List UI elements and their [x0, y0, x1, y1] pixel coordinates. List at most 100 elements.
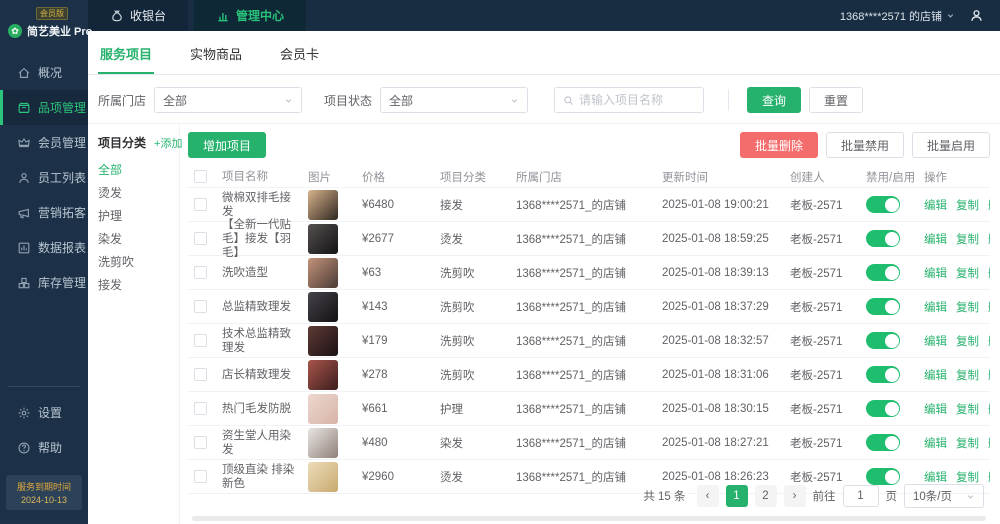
- prev-page-button[interactable]: ‹: [696, 485, 719, 507]
- sidebar-item-会员管理[interactable]: 会员管理: [0, 125, 88, 160]
- top-tab-cashier[interactable]: 收银台: [88, 0, 189, 31]
- copy-link[interactable]: 复制: [956, 299, 979, 315]
- delete-link[interactable]: 删除: [988, 401, 990, 417]
- enable-toggle[interactable]: [866, 298, 900, 315]
- edit-link[interactable]: 编辑: [924, 197, 947, 213]
- chevron-down-icon: [966, 492, 975, 501]
- chevron-down-icon: [284, 96, 293, 105]
- row-checkbox[interactable]: [194, 232, 207, 245]
- row-checkbox[interactable]: [194, 266, 207, 279]
- item-update-time: 2025-01-08 18:37:29: [662, 300, 769, 313]
- membership-badge: 会员版: [36, 7, 68, 20]
- query-button[interactable]: 查询: [747, 87, 802, 113]
- category-item-接发[interactable]: 接发: [98, 278, 179, 293]
- enable-toggle[interactable]: [866, 468, 900, 485]
- status-filter-select[interactable]: 全部: [380, 87, 529, 113]
- delete-link[interactable]: 删除: [988, 231, 990, 247]
- search-input[interactable]: [579, 93, 690, 107]
- sidebar-item-品项管理[interactable]: 品项管理: [0, 90, 88, 125]
- edit-link[interactable]: 编辑: [924, 435, 947, 451]
- sidebar-item-库存管理[interactable]: 库存管理: [0, 265, 88, 300]
- reset-button[interactable]: 重置: [809, 87, 864, 113]
- category-panel: 项目分类 +添加 全部 烫发 护理 染发 洗剪吹 接发: [88, 124, 182, 524]
- delete-link[interactable]: 删除: [988, 333, 990, 349]
- account-switcher[interactable]: 1368****2571 的店铺: [840, 8, 955, 24]
- edit-link[interactable]: 编辑: [924, 333, 947, 349]
- enable-toggle[interactable]: [866, 366, 900, 383]
- main-content: 服务项目实物商品会员卡 所属门店 全部 项目状态 全部 查询 重置 项目分类 +…: [88, 31, 1000, 524]
- tab-实物商品[interactable]: 实物商品: [188, 31, 244, 74]
- enable-toggle[interactable]: [866, 434, 900, 451]
- table-row: 热门毛发防脱 ¥661 护理 1368****2571_的店铺 2025-01-08 1…: [188, 392, 990, 426]
- category-item-全部[interactable]: 全部: [98, 163, 179, 178]
- select-all-checkbox[interactable]: [194, 170, 207, 183]
- delete-link[interactable]: 删除: [988, 299, 990, 315]
- goto-label: 前往: [812, 491, 836, 503]
- copy-link[interactable]: 复制: [956, 231, 979, 247]
- add-item-button[interactable]: 增加项目: [188, 132, 267, 158]
- edit-link[interactable]: 编辑: [924, 299, 947, 315]
- row-checkbox[interactable]: [194, 436, 207, 449]
- delete-link[interactable]: 删除: [988, 367, 990, 383]
- sidebar-item-员工列表[interactable]: 员工列表: [0, 160, 88, 195]
- row-checkbox[interactable]: [194, 300, 207, 313]
- sidebar-item-营销拓客[interactable]: 营销拓客: [0, 195, 88, 230]
- row-checkbox[interactable]: [194, 198, 207, 211]
- sidebar-item-数据报表[interactable]: 数据报表: [0, 230, 88, 265]
- copy-link[interactable]: 复制: [956, 265, 979, 281]
- enable-toggle[interactable]: [866, 332, 900, 349]
- copy-link[interactable]: 复制: [956, 367, 979, 383]
- chart-icon: [216, 9, 230, 23]
- item-name: 店长精致理发: [222, 368, 291, 381]
- item-price: ¥179: [362, 334, 388, 347]
- copy-link[interactable]: 复制: [956, 435, 979, 451]
- sidebar-item-概况[interactable]: 概况: [0, 55, 88, 90]
- page-size-select[interactable]: 10条/页: [904, 484, 984, 508]
- sidebar-item-label: 品项管理: [38, 101, 87, 115]
- goto-page-input[interactable]: [842, 485, 879, 507]
- page-button-2[interactable]: 2: [754, 485, 777, 507]
- horizontal-scrollbar[interactable]: [192, 516, 986, 521]
- category-item-烫发[interactable]: 烫发: [98, 186, 179, 201]
- category-item-染发[interactable]: 染发: [98, 232, 179, 247]
- delete-link[interactable]: 删除: [988, 197, 990, 213]
- copy-link[interactable]: 复制: [956, 333, 979, 349]
- row-checkbox[interactable]: [194, 402, 207, 415]
- sidebar-item-帮助[interactable]: 帮助: [0, 430, 88, 465]
- top-tab-admin[interactable]: 管理中心: [194, 0, 307, 31]
- sidebar-item-label: 数据报表: [38, 241, 87, 255]
- enable-toggle[interactable]: [866, 264, 900, 281]
- column-header: 更新时间: [662, 171, 708, 184]
- row-checkbox[interactable]: [194, 368, 207, 381]
- edit-link[interactable]: 编辑: [924, 367, 947, 383]
- enable-toggle[interactable]: [866, 196, 900, 213]
- edit-link[interactable]: 编辑: [924, 401, 947, 417]
- page-button-1[interactable]: 1: [725, 485, 748, 507]
- next-page-button[interactable]: ›: [783, 485, 806, 507]
- edit-link[interactable]: 编辑: [924, 231, 947, 247]
- row-checkbox[interactable]: [194, 334, 207, 347]
- copy-link[interactable]: 复制: [956, 197, 979, 213]
- delete-link[interactable]: 删除: [988, 265, 990, 281]
- enable-toggle[interactable]: [866, 400, 900, 417]
- batch-delete-button[interactable]: 批量删除: [739, 132, 818, 158]
- delete-link[interactable]: 删除: [988, 435, 990, 451]
- category-item-护理[interactable]: 护理: [98, 209, 179, 224]
- category-item-洗剪吹[interactable]: 洗剪吹: [98, 255, 179, 270]
- add-category-button[interactable]: +添加: [154, 135, 182, 151]
- tab-会员卡[interactable]: 会员卡: [278, 31, 321, 74]
- user-icon[interactable]: [969, 8, 984, 23]
- edit-link[interactable]: 编辑: [924, 265, 947, 281]
- item-category: 护理: [440, 403, 463, 416]
- crown-icon: [16, 136, 31, 150]
- store-filter-select[interactable]: 全部: [154, 87, 303, 113]
- copy-link[interactable]: 复制: [956, 401, 979, 417]
- report-icon: [16, 241, 31, 255]
- tab-服务项目[interactable]: 服务项目: [98, 31, 155, 74]
- sidebar-item-设置[interactable]: 设置: [0, 395, 88, 430]
- table-row: 资生堂人用染发 ¥480 染发 1368****2571_的店铺 2025-01-08 …: [188, 426, 990, 460]
- batch-enable-button[interactable]: 批量启用: [911, 132, 990, 158]
- batch-disable-button[interactable]: 批量禁用: [825, 132, 904, 158]
- item-store: 1368****2571_的店铺: [516, 301, 626, 314]
- enable-toggle[interactable]: [866, 230, 900, 247]
